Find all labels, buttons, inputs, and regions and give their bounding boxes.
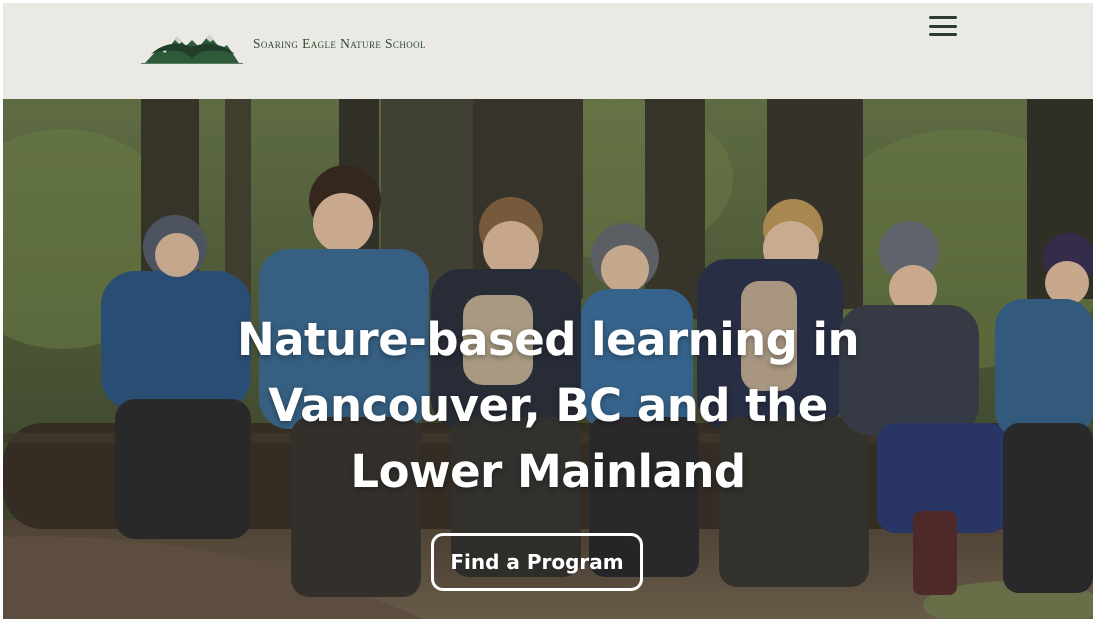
brand-name: Soaring Eagle Nature School — [253, 36, 426, 51]
hero-section: Nature-based learning in Vancouver, BC a… — [3, 99, 1093, 619]
menu-bar — [929, 24, 957, 28]
eagle-logo-icon — [141, 35, 243, 64]
menu-bar — [929, 16, 957, 19]
page-frame: Soaring Eagle Nature School Nature-based… — [3, 3, 1093, 619]
site-header: Soaring Eagle Nature School — [3, 3, 1093, 99]
find-a-program-button[interactable]: Find a Program — [431, 533, 643, 591]
hamburger-menu-icon[interactable] — [927, 13, 959, 39]
menu-bar — [929, 33, 957, 36]
hero-title: Nature-based learning in Vancouver, BC a… — [236, 313, 860, 498]
brand-link[interactable]: Soaring Eagle Nature School — [139, 23, 426, 65]
